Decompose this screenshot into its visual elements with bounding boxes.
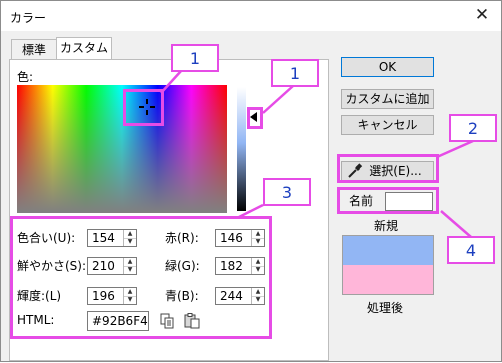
select-highlight	[337, 154, 439, 183]
title-bar: カラー ✕	[1, 1, 501, 31]
callout-3: 3	[263, 178, 311, 206]
callout-2: 2	[449, 114, 497, 142]
color-label: 色:	[17, 70, 34, 84]
processed-color-swatch	[342, 265, 434, 295]
callout-1-luminance: 1	[271, 59, 319, 87]
tab-standard[interactable]: 標準	[11, 39, 57, 60]
callout-4: 4	[447, 236, 495, 264]
spectrum-highlight	[123, 89, 164, 126]
cancel-button[interactable]: キャンセル	[341, 115, 434, 135]
color-spectrum[interactable]	[17, 85, 227, 213]
color-dialog: カラー ✕ 標準 カスタム 色: 色合い(U): 154 ▲ ▼ 鮮やかさ(S):…	[0, 0, 502, 362]
close-icon[interactable]: ✕	[469, 3, 495, 27]
new-label: 新規	[374, 219, 399, 233]
name-highlight	[337, 187, 439, 214]
add-custom-button[interactable]: カスタムに追加	[341, 89, 434, 109]
dialog-title: カラー	[10, 11, 47, 25]
tab-custom[interactable]: カスタム	[56, 37, 112, 61]
ok-button[interactable]: OK	[341, 57, 434, 77]
luminance-slider[interactable]	[237, 87, 246, 211]
luminance-highlight	[247, 107, 263, 129]
callout-1-spectrum: 1	[171, 44, 219, 72]
new-color-swatch	[342, 235, 434, 265]
fields-highlight	[10, 216, 272, 339]
processed-label: 処理後	[367, 301, 404, 315]
